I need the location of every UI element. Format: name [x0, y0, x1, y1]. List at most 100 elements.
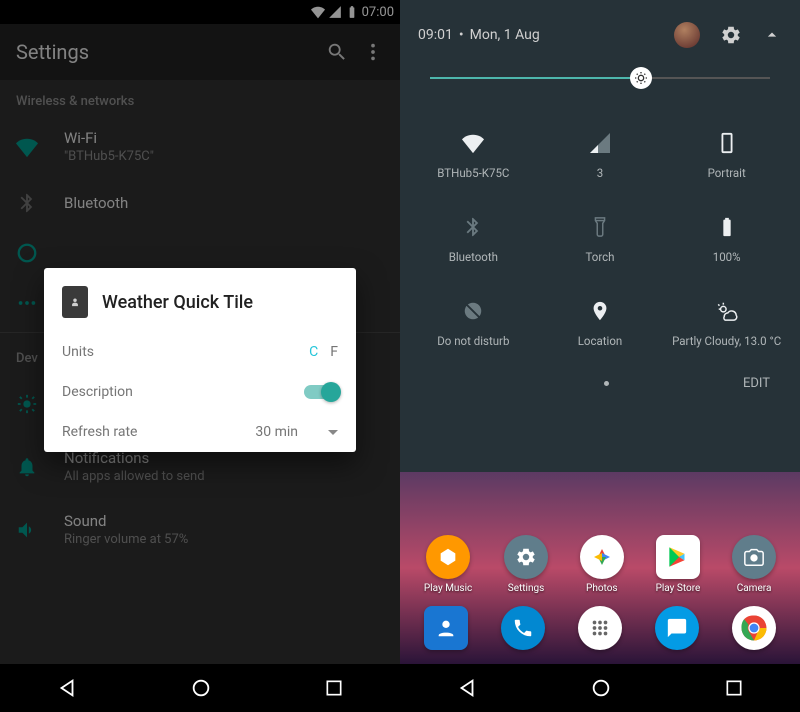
chevron-up-icon[interactable]: [762, 25, 782, 45]
app-settings[interactable]: Settings: [504, 535, 548, 594]
unit-c[interactable]: C: [309, 344, 318, 360]
weather-tile-dialog: Weather Quick Tile Units C F Description…: [44, 268, 356, 452]
recent-icon[interactable]: [324, 678, 344, 698]
refresh-value: 30 min: [255, 424, 298, 440]
app-messenger[interactable]: [655, 606, 699, 650]
back-icon[interactable]: [456, 677, 478, 699]
description-label: Description: [62, 384, 304, 400]
slider-fill: [430, 77, 641, 79]
bluetooth-title: Bluetooth: [64, 194, 384, 212]
weather-tile-icon: [62, 286, 88, 318]
bluetooth-tile[interactable]: Bluetooth: [410, 200, 537, 278]
description-row[interactable]: Description: [44, 372, 356, 412]
location-label: Location: [578, 334, 623, 348]
user-avatar[interactable]: [674, 22, 700, 48]
bluetooth-label: Bluetooth: [449, 250, 498, 264]
unit-f[interactable]: F: [330, 344, 338, 360]
app-contact[interactable]: [424, 606, 468, 650]
battery-tile[interactable]: 100%: [663, 200, 790, 278]
notifications-sub: All apps allowed to send: [64, 469, 384, 484]
search-icon[interactable]: [326, 41, 348, 63]
overflow-icon[interactable]: [362, 41, 384, 63]
signal-icon: [590, 130, 610, 156]
nav-bar: [400, 664, 800, 712]
bluetooth-row[interactable]: Bluetooth: [0, 178, 400, 228]
app-play-store[interactable]: Play Store: [656, 535, 701, 594]
slider-thumb[interactable]: [630, 67, 652, 89]
back-icon[interactable]: [56, 677, 78, 699]
torch-label: Torch: [585, 250, 614, 264]
page-dot: [604, 381, 609, 386]
gear-icon[interactable]: [720, 24, 742, 46]
data-icon: [16, 242, 38, 264]
dialog-title: Weather Quick Tile: [102, 292, 253, 313]
dnd-label: Do not disturb: [437, 334, 509, 348]
app-camera[interactable]: Camera: [732, 535, 776, 594]
qs-header: 09:01 • Mon, 1 Aug: [400, 0, 800, 62]
bluetooth-icon: [462, 214, 484, 240]
sound-sub: Ringer volume at 57%: [64, 532, 384, 547]
home-icon[interactable]: [190, 677, 212, 699]
battery-icon: [345, 5, 359, 19]
location-icon: [589, 298, 611, 324]
portrait-tile[interactable]: Portrait: [663, 116, 790, 194]
app-dialer[interactable]: [501, 606, 545, 650]
home-icon[interactable]: [590, 677, 612, 699]
settings-screen: 07:00 Settings Wireless & networks Wi-Fi…: [0, 0, 400, 712]
quick-settings-screen: 09:01 • Mon, 1 Aug BTHub5-K75C 3 Portrai…: [400, 0, 800, 712]
dnd-tile[interactable]: Do not disturb: [410, 284, 537, 362]
units-label: Units: [62, 344, 309, 360]
portrait-icon: [716, 130, 738, 156]
app-drawer[interactable]: [578, 606, 622, 650]
sound-row[interactable]: Sound Ringer volume at 57%: [0, 498, 400, 561]
app-photos[interactable]: Photos: [580, 535, 624, 594]
portrait-label: Portrait: [708, 166, 746, 180]
volume-icon: [16, 519, 38, 541]
bluetooth-icon: [16, 192, 38, 214]
wifi-label: BTHub5-K75C: [437, 166, 509, 180]
edit-button[interactable]: EDIT: [743, 376, 770, 391]
torch-tile[interactable]: Torch: [537, 200, 664, 278]
weather-tile[interactable]: Partly Cloudy, 13.0 °C: [663, 284, 790, 362]
wifi-sub: "BTHub5-K75C": [64, 149, 384, 164]
dnd-icon: [462, 298, 484, 324]
battery-icon: [716, 214, 738, 240]
app-play-music[interactable]: Play Music: [424, 535, 472, 594]
dropdown-icon: [328, 430, 338, 435]
brightness-thumb-icon: [633, 70, 649, 86]
wifi-icon: [16, 136, 38, 158]
refresh-row[interactable]: Refresh rate 30 min: [44, 412, 356, 452]
recent-icon[interactable]: [724, 678, 744, 698]
wifi-row[interactable]: Wi-Fi "BTHub5-K75C": [0, 115, 400, 178]
wifi-icon: [311, 5, 325, 19]
signal-label: 3: [597, 166, 603, 180]
wifi-icon: [462, 130, 484, 156]
home-screen: Play Music Settings Photos Play Store Ca…: [400, 472, 800, 664]
qs-time: 09:01: [418, 27, 453, 43]
description-switch[interactable]: [304, 385, 338, 399]
bell-icon: [16, 456, 38, 478]
app-chrome[interactable]: [732, 606, 776, 650]
weather-icon: [716, 298, 738, 324]
refresh-label: Refresh rate: [62, 424, 255, 440]
location-tile[interactable]: Location: [537, 284, 664, 362]
status-bar: 07:00: [0, 0, 400, 24]
brightness-slider[interactable]: [430, 62, 770, 94]
wifi-tile[interactable]: BTHub5-K75C: [410, 116, 537, 194]
signal-tile[interactable]: 3: [537, 116, 664, 194]
torch-icon: [589, 214, 611, 240]
wifi-title: Wi-Fi: [64, 129, 384, 147]
nav-bar: [0, 664, 400, 712]
sound-title: Sound: [64, 512, 384, 530]
units-row[interactable]: Units C F: [44, 332, 356, 372]
qs-footer: EDIT: [400, 370, 800, 409]
battery-label: 100%: [713, 250, 741, 264]
more-icon: [16, 292, 38, 314]
app-bar: Settings: [0, 24, 400, 80]
page-title: Settings: [16, 40, 326, 64]
weather-label: Partly Cloudy, 13.0 °C: [672, 334, 781, 348]
qs-grid: BTHub5-K75C 3 Portrait Bluetooth Torch 1…: [400, 108, 800, 370]
section-wireless: Wireless & networks: [0, 80, 400, 115]
qs-date: Mon, 1 Aug: [470, 27, 540, 43]
status-time: 07:00: [362, 5, 394, 20]
